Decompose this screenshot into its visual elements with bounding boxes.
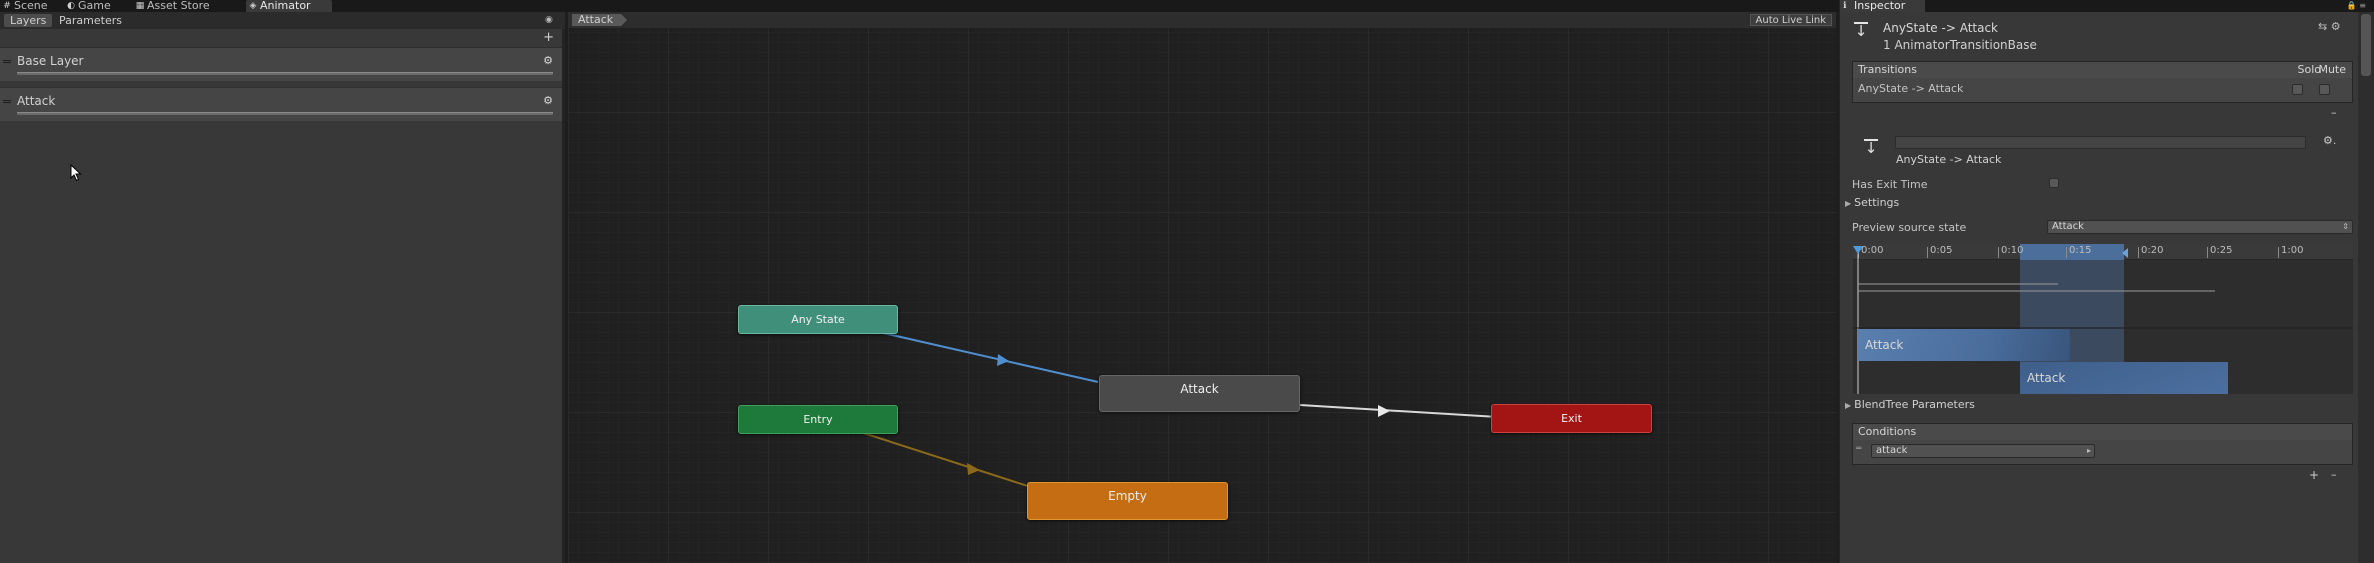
transitions-header-label: Transitions (1858, 63, 1917, 76)
transition-arrow-icon (1378, 405, 1390, 417)
settings-foldout[interactable]: ▶ Settings (1845, 196, 1899, 209)
layers-panel: Layers Parameters ◉ + Base Layer ⚙ Attac… (0, 12, 565, 563)
transition-entry-empty[interactable] (853, 429, 1041, 491)
dropdown-value: Attack (2052, 221, 2084, 232)
gear-icon[interactable]: ⚙ (543, 54, 553, 67)
inspector-panel: ℹ Inspector 🔒 ≡ ↓ AnyState -> Attack 1 A… (1839, 0, 2374, 563)
inspector-subtitle: 1 AnimatorTransitionBase (1883, 38, 2037, 52)
tab-inspector[interactable]: ℹ Inspector (1840, 0, 1926, 12)
layer-name: Base Layer (17, 54, 84, 68)
game-icon: ◐ (67, 1, 75, 11)
remove-transition-button[interactable]: – (2331, 106, 2337, 119)
tab-animator[interactable]: ◈ Animator (246, 0, 332, 12)
chevron-right-icon: ▶ (1845, 199, 1852, 208)
mute-label: Mute (2318, 63, 2346, 76)
drag-handle-icon[interactable] (3, 60, 11, 63)
layer-attack[interactable]: Attack ⚙ (0, 87, 562, 121)
window-menu-icon[interactable]: 🔒 ≡ (2347, 0, 2366, 12)
chevron-down-icon: ⇕ (2342, 222, 2349, 231)
preview-source-state-dropdown[interactable]: Attack ⇕ (2047, 220, 2353, 234)
layer-weight-bar (17, 112, 553, 115)
layer-weight-bar (17, 72, 553, 75)
inspector-title: AnyState -> Attack (1883, 21, 1999, 35)
layer-name: Attack (17, 94, 56, 108)
transition-timeline[interactable]: 0:00 0:05 0:10 0:15 0:20 0:25 1:00 Attac… (1853, 244, 2353, 394)
layers-parameters-tabs: Layers Parameters ◉ (0, 12, 565, 29)
info-icon: ℹ (1843, 1, 1847, 11)
settings-icon[interactable]: ⚙. (2323, 134, 2336, 147)
condition-row[interactable]: ═ attack ▸ (1853, 440, 2352, 464)
transition-name-field[interactable] (1895, 136, 2306, 149)
transition-anystate-attack[interactable] (869, 329, 1099, 383)
transition-arrow-icon (997, 354, 1009, 366)
blendtree-parameters-label: BlendTree Parameters (1854, 398, 1975, 411)
transitions-header: Transitions Solo Mute (1853, 62, 2352, 78)
tab-label: Scene (14, 0, 48, 12)
has-exit-time-checkbox[interactable] (2049, 178, 2059, 188)
state-any-state[interactable]: Any State (738, 305, 898, 334)
state-empty[interactable]: Empty (1027, 482, 1228, 520)
transition-attack-exit[interactable] (1299, 404, 1499, 418)
transition-name-label: AnyState -> Attack (1896, 153, 2002, 166)
playhead-icon (1853, 246, 1863, 254)
source-clip[interactable]: Attack (1858, 329, 2070, 361)
blendtree-parameters-foldout[interactable]: ▶ BlendTree Parameters (1845, 398, 1975, 411)
state-exit[interactable]: Exit (1491, 404, 1652, 433)
add-condition-button[interactable]: + (2309, 468, 2319, 482)
dropdown-value: attack (1876, 445, 1908, 456)
tab-label: Inspector (1854, 0, 1906, 12)
add-layer-button[interactable]: + (543, 31, 554, 44)
tab-scene[interactable]: # Scene (0, 0, 62, 12)
state-attack[interactable]: Attack (1099, 375, 1300, 412)
state-machine-graph[interactable]: Attack Auto Live Link Any State Entry At… (568, 12, 1836, 563)
transition-end-marker-icon (2122, 248, 2128, 258)
inspector-scrollbar[interactable] (2358, 12, 2374, 563)
tab-label: Game (78, 0, 111, 12)
transition-arrow-icon (967, 463, 980, 475)
solo-checkbox[interactable] (2292, 84, 2303, 95)
settings-icon[interactable]: ⇆ ⚙ (2318, 20, 2341, 33)
transition-links (853, 329, 1499, 491)
tab-label: Animator (260, 0, 311, 12)
tab-asset-store[interactable]: ▦ Asset Store (133, 0, 245, 12)
scrollbar-thumb[interactable] (2361, 14, 2371, 76)
transition-row[interactable]: AnyState -> Attack (1853, 78, 2352, 102)
transition-icon: ↓ (1850, 21, 1872, 43)
layer-base-layer[interactable]: Base Layer ⚙ (0, 47, 562, 81)
inspector-tab-bar: ℹ Inspector 🔒 ≡ (1840, 0, 2374, 12)
tab-game[interactable]: ◐ Game (64, 0, 132, 12)
preview-source-state-label: Preview source state (1852, 221, 1967, 234)
chevron-down-icon: ▸ (2086, 446, 2091, 455)
transition-icon: ↓ (1860, 138, 1882, 160)
mouse-cursor-icon (70, 164, 82, 182)
animator-icon: ◈ (249, 1, 257, 11)
condition-parameter-dropdown[interactable]: attack ▸ (1871, 444, 2095, 458)
tab-label: Asset Store (147, 0, 210, 12)
eye-icon[interactable]: ◉ (545, 15, 557, 25)
asset-store-icon: ▦ (135, 1, 145, 11)
transition-row-label: AnyState -> Attack (1858, 82, 1964, 95)
conditions-list: Conditions ═ attack ▸ (1852, 423, 2353, 465)
tab-parameters[interactable]: Parameters (53, 14, 128, 27)
transitions-list: Transitions Solo Mute AnyState -> Attack (1852, 61, 2353, 103)
scene-icon: # (3, 1, 11, 11)
clip-label: Attack (1865, 338, 1904, 352)
clip-label: Attack (2027, 371, 2066, 385)
settings-label: Settings (1854, 196, 1900, 209)
drag-handle-icon[interactable]: ═ (1856, 444, 1861, 454)
remove-condition-button[interactable]: – (2331, 468, 2337, 481)
has-exit-time-label: Has Exit Time (1852, 178, 1928, 191)
mute-checkbox[interactable] (2319, 84, 2330, 95)
drag-handle-icon[interactable] (3, 100, 11, 103)
state-entry[interactable]: Entry (738, 405, 898, 434)
conditions-header: Conditions (1853, 424, 2352, 440)
gear-icon[interactable]: ⚙ (543, 94, 553, 107)
chevron-right-icon: ▶ (1845, 401, 1852, 410)
destination-clip[interactable]: Attack (2020, 362, 2228, 394)
tab-layers[interactable]: Layers (4, 14, 53, 27)
